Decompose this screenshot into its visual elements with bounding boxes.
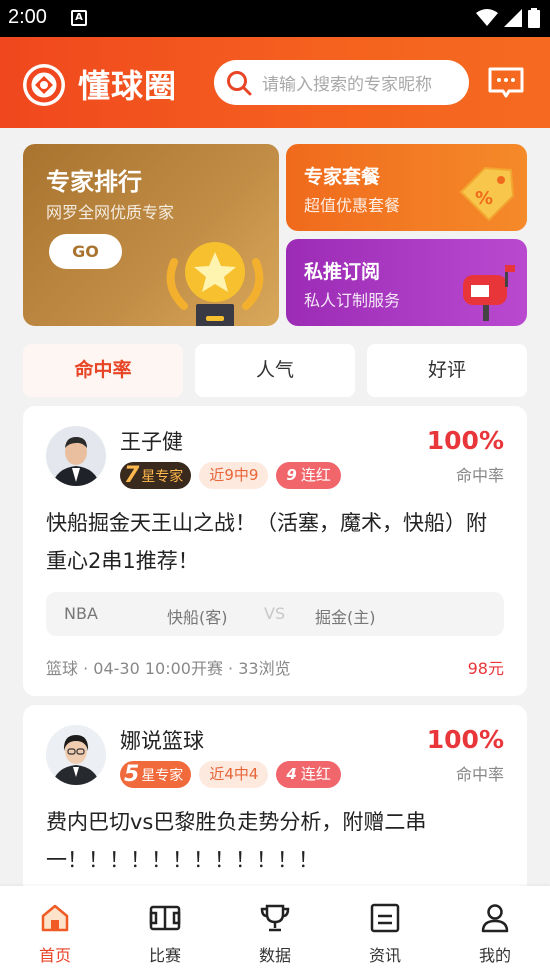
recent-record-badge: 近4中4	[199, 761, 269, 788]
nav-profile-label: 我的	[478, 946, 511, 965]
search-input[interactable]: 请输入搜索的专家昵称	[214, 60, 469, 105]
tab-hit-rate[interactable]: 命中率	[23, 344, 183, 397]
expert-badges: 7 星专家 近9中9 9 连红	[120, 462, 341, 489]
match-away-team: 快船(客)	[167, 608, 228, 627]
win-streak-badge: 4 连红	[276, 761, 341, 788]
app-logo-text: 懂球圈	[78, 67, 178, 105]
match-league: NBA	[64, 604, 98, 623]
message-icon	[488, 67, 524, 98]
star-level-number: 7	[124, 463, 140, 488]
package-subtitle: 超值优惠套餐	[304, 196, 401, 215]
nav-home-label: 首页	[38, 946, 71, 965]
subscription-subtitle: 私人订制服务	[304, 291, 401, 310]
status-time: 2:00	[8, 6, 47, 28]
expert-package-card[interactable]: 专家套餐 超值优惠套餐 %	[286, 144, 527, 231]
expert-name[interactable]: 娜说篮球	[120, 725, 204, 755]
hit-rate-value: 100%	[426, 725, 504, 754]
system-icons	[476, 8, 540, 28]
avatar[interactable]	[46, 725, 106, 785]
expert-post-card[interactable]: 王子健 7 星专家 近9中9 9 连红 100% 命中率 快船掘金天王山之战！（活…	[23, 406, 527, 696]
mailbox-icon	[463, 265, 515, 321]
status-bar: 2:00 A	[0, 0, 550, 37]
match-info: NBA 快船(客) VS 掘金(主)	[46, 592, 504, 636]
post-price: 98元	[467, 659, 504, 678]
trophy-illustration-icon	[166, 242, 264, 326]
streak-number: 4	[286, 765, 297, 783]
expert-ranking-card[interactable]: 专家排行 网罗全网优质专家 GO	[23, 144, 279, 326]
nav-news[interactable]: 资讯	[330, 886, 440, 979]
hit-rate-value: 100%	[426, 426, 504, 455]
ranking-go-button[interactable]: GO	[49, 234, 122, 269]
tab-popularity[interactable]: 人气	[195, 344, 355, 397]
search-icon	[227, 70, 252, 95]
ranking-subtitle: 网罗全网优质专家	[46, 203, 175, 222]
user-icon	[481, 904, 509, 933]
hit-rate-label: 命中率	[455, 466, 504, 485]
win-streak-badge: 9 连红	[276, 462, 341, 489]
expert-post-card[interactable]: 娜说篮球 5 星专家 近4中4 4 连红 100% 命中率 费内巴切vs巴黎胜负走…	[23, 705, 527, 905]
svg-text:%: %	[475, 188, 493, 209]
bottom-navigation: 首页 比赛 数据 资讯 我的	[0, 886, 550, 979]
signal-icon	[504, 9, 522, 27]
expert-badges: 5 星专家 近4中4 4 连红	[120, 761, 341, 788]
discount-tag-icon: %	[459, 166, 515, 222]
wifi-icon	[476, 9, 498, 26]
star-level-badge: 7 星专家	[120, 462, 192, 489]
star-level-text: 星专家	[141, 767, 184, 784]
ranking-title: 专家排行	[46, 168, 142, 196]
avatar[interactable]	[46, 426, 106, 486]
message-button[interactable]	[487, 66, 525, 100]
post-title[interactable]: 快船掘金天王山之战！（活塞，魔术，快船）附重心2串1推荐！	[46, 504, 506, 580]
post-title[interactable]: 费内巴切vs巴黎胜负走势分析，附赠二串一！！！！！！！！！！！！	[46, 803, 506, 879]
streak-text: 连红	[300, 765, 331, 783]
home-icon	[41, 904, 69, 932]
tab-good-reviews[interactable]: 好评	[367, 344, 527, 397]
star-level-badge: 5 星专家	[120, 761, 192, 788]
trophy-icon	[260, 904, 290, 932]
nav-news-label: 资讯	[368, 946, 401, 965]
subscription-title: 私推订阅	[304, 261, 381, 283]
streak-number: 9	[286, 466, 297, 484]
expert-name[interactable]: 王子健	[120, 426, 183, 456]
star-level-text: 星专家	[141, 468, 184, 485]
nav-matches[interactable]: 比赛	[110, 886, 220, 979]
package-title: 专家套餐	[304, 166, 381, 188]
nav-home[interactable]: 首页	[0, 886, 110, 979]
private-subscription-card[interactable]: 私推订阅 私人订制服务	[286, 239, 527, 326]
app-header: 懂球圈 请输入搜索的专家昵称	[0, 37, 550, 128]
news-icon	[370, 903, 400, 933]
search-placeholder: 请输入搜索的专家昵称	[262, 75, 432, 95]
match-vs: VS	[264, 604, 286, 623]
court-icon	[149, 905, 181, 931]
hit-rate-label: 命中率	[455, 765, 504, 784]
nav-data[interactable]: 数据	[220, 886, 330, 979]
battery-icon	[528, 8, 540, 28]
nav-data-label: 数据	[258, 946, 291, 965]
match-home-team: 掘金(主)	[315, 608, 376, 627]
star-level-number: 5	[124, 762, 140, 787]
logo-icon	[23, 64, 65, 106]
notification-icon: A	[71, 10, 87, 26]
recent-record-badge: 近9中9	[199, 462, 269, 489]
nav-profile[interactable]: 我的	[440, 886, 550, 979]
nav-matches-label: 比赛	[148, 946, 181, 965]
post-meta: 篮球 · 04-30 10:00开赛 · 33浏览	[46, 659, 291, 678]
streak-text: 连红	[300, 466, 331, 484]
